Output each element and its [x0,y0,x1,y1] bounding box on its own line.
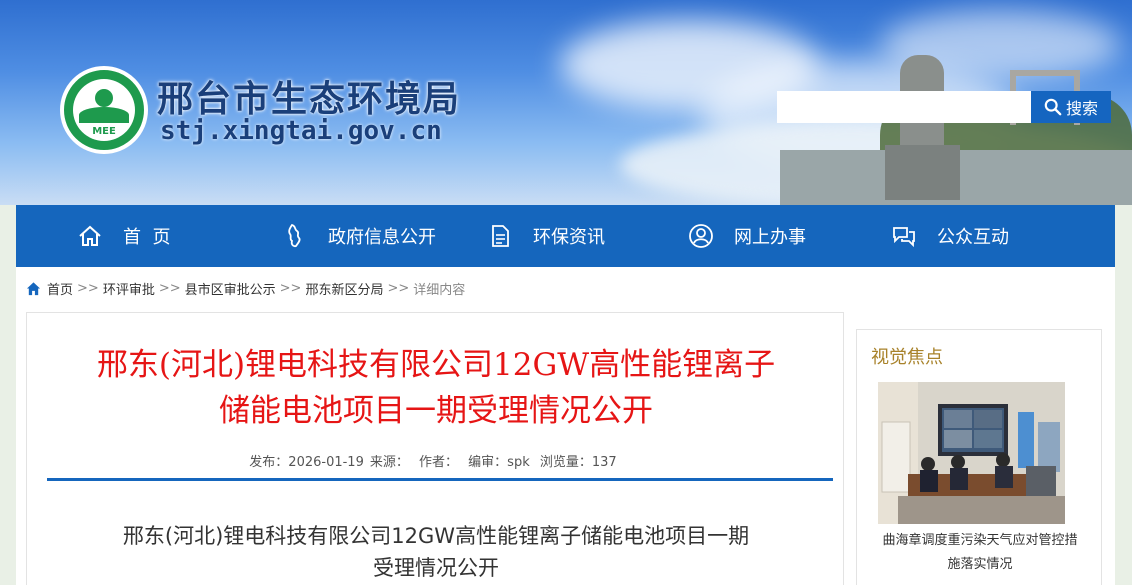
view-count: 浏览量：137 [539,455,617,470]
nav-label: 环保资讯 [533,227,605,248]
hebei-map-icon [288,223,301,248]
search-button-label: 搜索 [1065,99,1098,118]
breadcrumb-county-approval[interactable]: 县市区审批公示 [185,279,276,298]
panel-heading: 视觉焦点 [871,347,943,368]
search-input[interactable] [777,91,1031,123]
article: 邢东(河北)锂电科技有限公司12GW高性能锂离子 储能电池项目一期受理情况公开 … [26,312,844,585]
breadcrumb: 首页 >> 环评审批 >> 县市区审批公示 >> 邢东新区分局 >> 详细内容 [26,279,465,298]
statue-pedestal [885,145,960,200]
body-heading-line2: 受理情况公开 [373,556,499,580]
logo-text: MEE [92,126,116,137]
breadcrumb-separator: >> [279,281,302,296]
document-icon [492,225,509,247]
title-divider [47,478,833,481]
article-editor: 编审：spk [468,455,530,470]
nav-item-gov-info[interactable]: 政府信息公开 [282,205,436,267]
breadcrumb-home[interactable]: 首页 [47,279,73,298]
nav-item-public-interaction[interactable]: 公众互动 [891,205,1009,267]
visual-focus-panel: 视觉焦点 曲海章调度重污染天气应对管控措 施落实情况 [856,329,1102,585]
breadcrumb-separator: >> [77,281,99,296]
user-circle-icon [689,224,713,248]
nav-label: 首 页 [123,227,171,248]
content-area: 首页 >> 环评审批 >> 县市区审批公示 >> 邢东新区分局 >> 详细内容 … [16,267,1115,585]
breadcrumb-separator: >> [158,281,181,296]
nav-item-online-services[interactable]: 网上办事 [688,205,806,267]
caption-line1: 曲海章调度重污染天气应对管控措 [882,533,1078,548]
breadcrumb-eia-approval[interactable]: 环评审批 [103,279,155,298]
main-nav: 首 页 政府信息公开 环保资讯 网上办事 公众互动 [16,205,1115,267]
nav-item-home[interactable]: 首 页 [77,205,170,267]
article-author: 作者： [419,455,459,470]
article-title-line2: 储能电池项目一期受理情况公开 [219,393,653,429]
caption-line2: 施落实情况 [947,557,1013,572]
logo-emblem: MEE [73,79,135,141]
nav-label: 政府信息公开 [328,227,436,248]
nav-item-news[interactable]: 环保资讯 [487,205,605,267]
breadcrumb-current: 详细内容 [413,283,466,298]
nav-label: 网上办事 [734,227,806,248]
search-button[interactable]: 搜索 [1031,91,1111,123]
site-url: stj.xingtai.gov.cn [160,116,442,146]
home-icon [79,225,101,246]
site-logo[interactable]: MEE [60,66,148,154]
focus-news-image[interactable] [878,382,1065,524]
home-icon[interactable] [26,281,41,296]
site-title[interactable]: 邢台市生态环境局 [157,70,461,122]
breadcrumb-separator: >> [387,281,410,296]
chat-bubbles-icon [893,227,915,248]
nav-label: 公众互动 [937,227,1009,248]
breadcrumb-xingdong-branch[interactable]: 邢东新区分局 [305,279,383,298]
article-meta: 发布：2026-01-19 来源： 作者： 编审：spk 浏览量：137 [27,451,845,470]
body-heading-line1: 邢东(河北)锂电科技有限公司12GW高性能锂离子储能电池项目一期 [122,524,750,548]
publish-date: 发布：2026-01-19 [249,455,364,470]
site-header: MEE 邢台市生态环境局 stj.xingtai.gov.cn 搜索 [0,0,1132,205]
focus-news-caption[interactable]: 曲海章调度重污染天气应对管控措 施落实情况 [857,529,1103,577]
search-icon [1044,98,1062,116]
article-title-line1: 邢东(河北)锂电科技有限公司12GW高性能锂离子 [96,347,776,383]
article-source: 来源： [369,455,409,470]
